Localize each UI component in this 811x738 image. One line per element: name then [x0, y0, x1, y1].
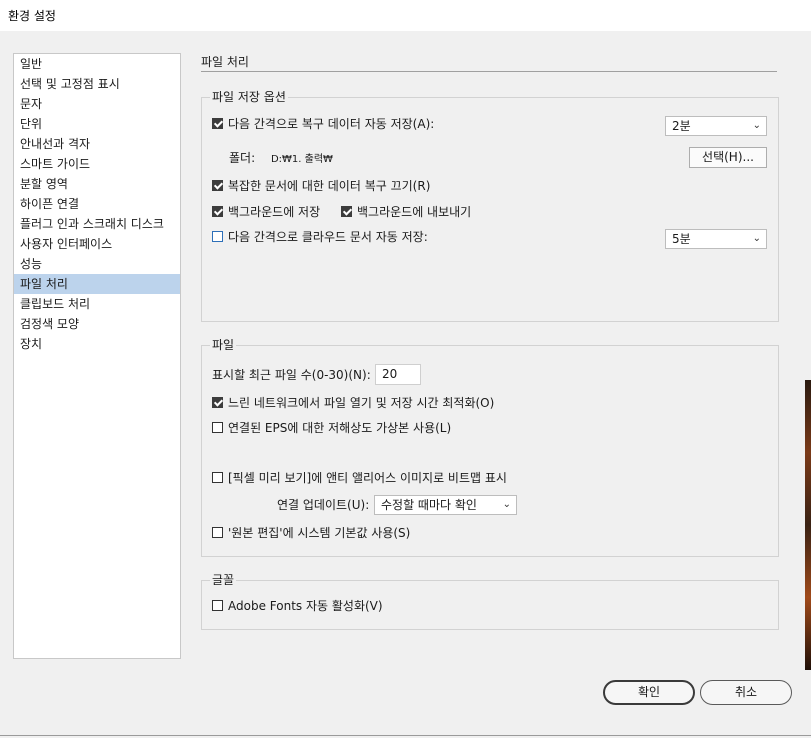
autosave-recovery-checkbox[interactable] — [212, 118, 223, 129]
nav-item-black-appearance[interactable]: 검정색 모양 — [14, 314, 180, 334]
adobe-fonts-label[interactable]: Adobe Fonts 자동 활성화(V) — [228, 599, 383, 613]
autosave-interval-select[interactable]: 2분 ⌄ — [665, 116, 767, 136]
complex-docs-checkbox[interactable] — [212, 180, 223, 191]
bg-save-checkbox[interactable] — [212, 206, 223, 217]
bg-save-label[interactable]: 백그라운드에 저장 — [228, 205, 320, 219]
ok-button[interactable]: 확인 — [603, 680, 695, 705]
pixel-preview-checkbox[interactable] — [212, 472, 223, 483]
pixel-preview-label[interactable]: [픽셀 미리 보기]에 앤티 앨리어스 이미지로 비트맵 표시 — [228, 471, 507, 485]
autosave-recovery-label[interactable]: 다음 간격으로 복구 데이터 자동 저장(A): — [228, 117, 434, 131]
nav-item-slices[interactable]: 분할 영역 — [14, 174, 180, 194]
slow-network-checkbox[interactable] — [212, 397, 223, 408]
bg-export-label[interactable]: 백그라운드에 내보내기 — [357, 205, 471, 219]
nav-item-performance[interactable]: 성능 — [14, 254, 180, 274]
autosave-interval-value: 2분 — [672, 119, 691, 133]
save-options-label: 파일 저장 옵션 — [210, 88, 288, 105]
adobe-fonts-checkbox[interactable] — [212, 600, 223, 611]
chevron-down-icon: ⌄ — [752, 120, 761, 131]
linked-eps-checkbox[interactable] — [212, 422, 223, 433]
complex-docs-label[interactable]: 복잡한 문서에 대한 데이터 복구 끄기(R) — [228, 179, 430, 193]
nav-item-type[interactable]: 문자 — [14, 94, 180, 114]
file-group: 파일 표시할 최근 파일 수(0-30)(N): 20 느린 네트워크에서 파일… — [201, 336, 779, 557]
link-update-select[interactable]: 수정할 때마다 확인 ⌄ — [374, 495, 517, 515]
cancel-button[interactable]: 취소 — [700, 680, 792, 705]
nav-item-units[interactable]: 단위 — [14, 114, 180, 134]
nav-item-plugins-scratch[interactable]: 플러그 인과 스크래치 디스크 — [14, 214, 180, 234]
chevron-down-icon: ⌄ — [752, 233, 761, 244]
edit-original-row: '원본 편집'에 시스템 기본값 사용(S) — [212, 524, 410, 542]
link-update-value: 수정할 때마다 확인 — [381, 498, 477, 512]
fonts-group: 글꼴 Adobe Fonts 자동 활성화(V) — [201, 571, 779, 630]
section-divider — [201, 71, 777, 72]
choose-folder-button[interactable]: 선택(H)... — [689, 147, 767, 168]
cloud-interval-value: 5분 — [672, 232, 691, 246]
nav-item-smart-guides[interactable]: 스마트 가이드 — [14, 154, 180, 174]
folder-label: 폴더: — [229, 151, 256, 165]
save-options-group: 파일 저장 옵션 다음 간격으로 복구 데이터 자동 저장(A): 2분 ⌄ 폴… — [201, 88, 779, 322]
linked-eps-label[interactable]: 연결된 EPS에 대한 저해상도 가상본 사용(L) — [228, 421, 451, 435]
slow-network-row: 느린 네트워크에서 파일 열기 및 저장 시간 최적화(O) — [212, 394, 494, 412]
bg-save-row: 백그라운드에 저장 — [212, 203, 320, 221]
background-image-edge — [805, 380, 811, 670]
adobe-fonts-row: Adobe Fonts 자동 활성화(V) — [212, 597, 383, 615]
folder-path: D:₩1. 출력₩ — [270, 154, 333, 165]
preferences-nav: 일반 선택 및 고정점 표시 문자 단위 안내선과 격자 스마트 가이드 분할 … — [13, 53, 181, 659]
nav-item-guides-grid[interactable]: 안내선과 격자 — [14, 134, 180, 154]
recent-files-label: 표시할 최근 파일 수(0-30)(N): — [212, 368, 371, 382]
linked-eps-row: 연결된 EPS에 대한 저해상도 가상본 사용(L) — [212, 419, 451, 437]
link-update-label: 연결 업데이트(U): — [277, 498, 370, 512]
cloud-autosave-row: 다음 간격으로 클라우드 문서 자동 저장: — [212, 228, 428, 246]
cloud-autosave-label[interactable]: 다음 간격으로 클라우드 문서 자동 저장: — [228, 230, 428, 244]
section-title: 파일 처리 — [201, 55, 249, 69]
nav-item-user-interface[interactable]: 사용자 인터페이스 — [14, 234, 180, 254]
nav-item-devices[interactable]: 장치 — [14, 334, 180, 354]
cloud-interval-select[interactable]: 5분 ⌄ — [665, 229, 767, 249]
link-update-row: 연결 업데이트(U): — [277, 496, 369, 514]
title-bar: 환경 설정 — [0, 0, 811, 31]
cloud-autosave-checkbox[interactable] — [212, 231, 223, 242]
nav-item-general[interactable]: 일반 — [14, 54, 180, 74]
recent-files-input[interactable]: 20 — [375, 364, 421, 385]
folder-row: 폴더: D:₩1. 출력₩ — [229, 149, 333, 167]
nav-item-hyphenation[interactable]: 하이픈 연결 — [14, 194, 180, 214]
pixel-preview-row: [픽셀 미리 보기]에 앤티 앨리어스 이미지로 비트맵 표시 — [212, 469, 507, 487]
bg-export-row: 백그라운드에 내보내기 — [341, 203, 471, 221]
nav-item-file-handling[interactable]: 파일 처리 — [14, 274, 180, 294]
chevron-down-icon: ⌄ — [502, 499, 511, 510]
autosave-recovery-row: 다음 간격으로 복구 데이터 자동 저장(A): — [212, 115, 434, 133]
fonts-group-label: 글꼴 — [210, 571, 237, 588]
nav-item-clipboard[interactable]: 클립보드 처리 — [14, 294, 180, 314]
recent-files-row: 표시할 최근 파일 수(0-30)(N): — [212, 366, 371, 384]
edit-original-checkbox[interactable] — [212, 527, 223, 538]
edit-original-label[interactable]: '원본 편집'에 시스템 기본값 사용(S) — [228, 526, 410, 540]
complex-docs-row: 복잡한 문서에 대한 데이터 복구 끄기(R) — [212, 177, 430, 195]
nav-item-selection-anchor[interactable]: 선택 및 고정점 표시 — [14, 74, 180, 94]
file-group-label: 파일 — [210, 336, 237, 353]
bg-export-checkbox[interactable] — [341, 206, 352, 217]
slow-network-label[interactable]: 느린 네트워크에서 파일 열기 및 저장 시간 최적화(O) — [228, 396, 494, 410]
window-bottom-border — [0, 735, 811, 736]
window-title: 환경 설정 — [8, 9, 56, 23]
